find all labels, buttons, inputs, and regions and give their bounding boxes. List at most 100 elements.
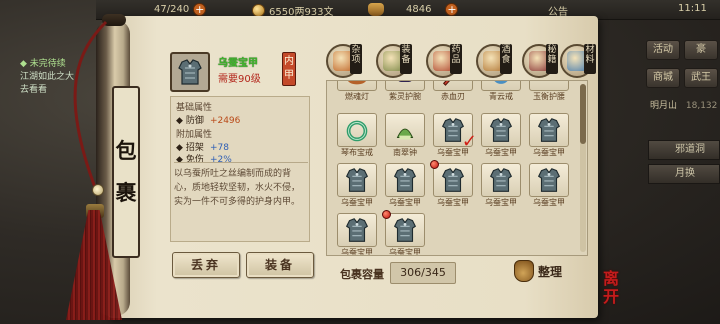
item-label: 燃魂灯 [345, 92, 369, 101]
tab-label: 药品 [450, 44, 462, 74]
bag-display: 4846 + [368, 3, 459, 16]
bag-value: 4846 [406, 4, 432, 15]
tab-label: 秘籍 [546, 44, 558, 74]
attr-divider [174, 162, 308, 163]
inventory-item-cell[interactable]: 乌蚕宝甲 [385, 163, 425, 207]
belt-icon [534, 80, 564, 89]
tab-label: 酒食 [500, 44, 512, 74]
nav-bar-1[interactable]: 邪道洞 [648, 140, 720, 160]
new-item-dot-icon [430, 160, 439, 169]
activity-button[interactable]: 活动 [646, 40, 680, 60]
armor-icon [441, 168, 465, 192]
item-requirement: 需要90级 [218, 74, 261, 85]
item-name: 乌蚕宝甲 [218, 58, 258, 69]
inventory-item-cell[interactable]: 乌蚕宝甲 [529, 113, 569, 157]
inventory-item-cell[interactable]: 乌蚕宝甲 [481, 163, 521, 207]
immune-label: 免伤 [185, 155, 204, 165]
item-slot [385, 213, 425, 247]
bullet-icon: ◆ [176, 116, 183, 126]
money-bag-icon [368, 3, 384, 16]
item-slot [385, 113, 425, 147]
tab-label: 装备 [400, 44, 412, 74]
item-label: 青云戒 [489, 92, 513, 101]
inventory-item-cell[interactable]: 玉衡护腰 [529, 80, 569, 101]
equip-button[interactable]: 装备 [246, 252, 314, 278]
item-slot [385, 81, 425, 91]
item-label: 赤血刃 [441, 92, 465, 101]
inventory-title-char-2: 裹 [115, 180, 137, 205]
inventory-item-cell[interactable]: 紫灵护腕 [385, 81, 425, 101]
grid-scroll-thumb[interactable] [580, 84, 586, 144]
inventory-item-cell[interactable]: 乌蚕宝甲 [337, 213, 377, 255]
item-slot [337, 113, 377, 147]
king-button[interactable]: 武王 [684, 68, 718, 88]
immune-attr: ◆ 免伤 +2% [176, 152, 232, 165]
item-label: 琴布宝戒 [341, 148, 373, 157]
armor-icon [537, 168, 561, 192]
inventory-item-cell[interactable]: 乌蚕宝甲 [382, 210, 425, 255]
armor-icon [537, 118, 561, 142]
clock: 11:11 [678, 3, 707, 14]
item-description: 以乌蚕所吐之丝编制而成的背心，质地轻软坚韧，水火不侵，实为一件不可多得的护身内甲… [174, 169, 301, 207]
item-slot [481, 113, 521, 147]
armor-icon [345, 218, 369, 242]
selected-item-slot [170, 52, 210, 92]
bullet-icon: ◆ [176, 155, 183, 165]
inventory-title: 包 裹 [112, 86, 140, 258]
new-item-dot-icon [382, 210, 391, 219]
inventory-item-cell[interactable]: 燃魂灯 [337, 81, 377, 101]
item-slot [529, 80, 569, 91]
nav-bar-2[interactable]: 月换 [648, 164, 720, 184]
item-slot [385, 163, 425, 197]
extra-attr-header: 附加属性 [176, 130, 213, 140]
inventory-item-cell[interactable]: 青云戒 [481, 81, 521, 101]
armor-icon [345, 168, 369, 192]
armor-icon [393, 218, 417, 242]
bracer-icon [398, 81, 412, 82]
item-label: 乌蚕宝甲 [389, 248, 421, 256]
item-slot [433, 81, 473, 91]
item-label: 乌蚕宝甲 [389, 198, 421, 207]
blade-icon [442, 81, 450, 86]
stamina-plus-button[interactable]: + [193, 3, 207, 16]
ring-icon [494, 81, 508, 84]
item-slot [481, 81, 521, 91]
location-coord: 18,132 [685, 101, 718, 111]
gift-button[interactable]: 豪 [684, 40, 718, 60]
sort-button[interactable]: 整理 [514, 260, 562, 282]
item-slot [529, 163, 569, 197]
defense-label: 防御 [185, 116, 204, 126]
inventory-item-cell[interactable]: 南翠钟 [385, 113, 425, 157]
item-slot [433, 163, 473, 197]
item-label: 乌蚕宝甲 [485, 198, 517, 207]
location-name: 明月山 [650, 101, 678, 111]
item-label: 紫灵护腕 [389, 92, 421, 101]
armor-icon [178, 59, 202, 85]
slot-type-badge: 内甲 [282, 52, 296, 86]
inventory-item-cell[interactable]: 乌蚕宝甲 [529, 163, 569, 207]
item-slot [481, 163, 521, 197]
inventory-item-cell[interactable]: 琴布宝戒 [337, 113, 377, 157]
tassel-cord [73, 20, 108, 191]
discard-button[interactable]: 丢弃 [172, 252, 240, 278]
item-label: 乌蚕宝甲 [341, 248, 373, 256]
shop-button[interactable]: 商城 [646, 68, 680, 88]
lamp-icon [348, 81, 366, 85]
inventory-item-cell[interactable]: 乌蚕宝甲 [481, 113, 521, 157]
item-label: 乌蚕宝甲 [437, 198, 469, 207]
item-label: 乌蚕宝甲 [437, 148, 469, 157]
bag-plus-button[interactable]: + [445, 3, 459, 16]
inventory-item-cell[interactable]: 乌蚕宝甲 [430, 160, 473, 207]
item-label: 乌蚕宝甲 [533, 198, 565, 207]
tassel-bead [92, 184, 104, 196]
inventory-item-cell[interactable]: 乌蚕宝甲 [337, 163, 377, 207]
item-slot [529, 113, 569, 147]
inventory-item-cell[interactable]: 赤血刃 [433, 81, 473, 101]
immune-value: +2% [209, 155, 232, 165]
clock-value: 11:11 [678, 3, 707, 14]
defense-attr: ◆ 防御 +2496 [176, 113, 240, 126]
leave-seal-button[interactable]: 离开 [596, 270, 626, 316]
inventory-item-cell[interactable]: ✓ 乌蚕宝甲 [433, 113, 477, 157]
capacity-label: 包裹容量 [340, 268, 384, 281]
item-label: 乌蚕宝甲 [533, 148, 565, 157]
